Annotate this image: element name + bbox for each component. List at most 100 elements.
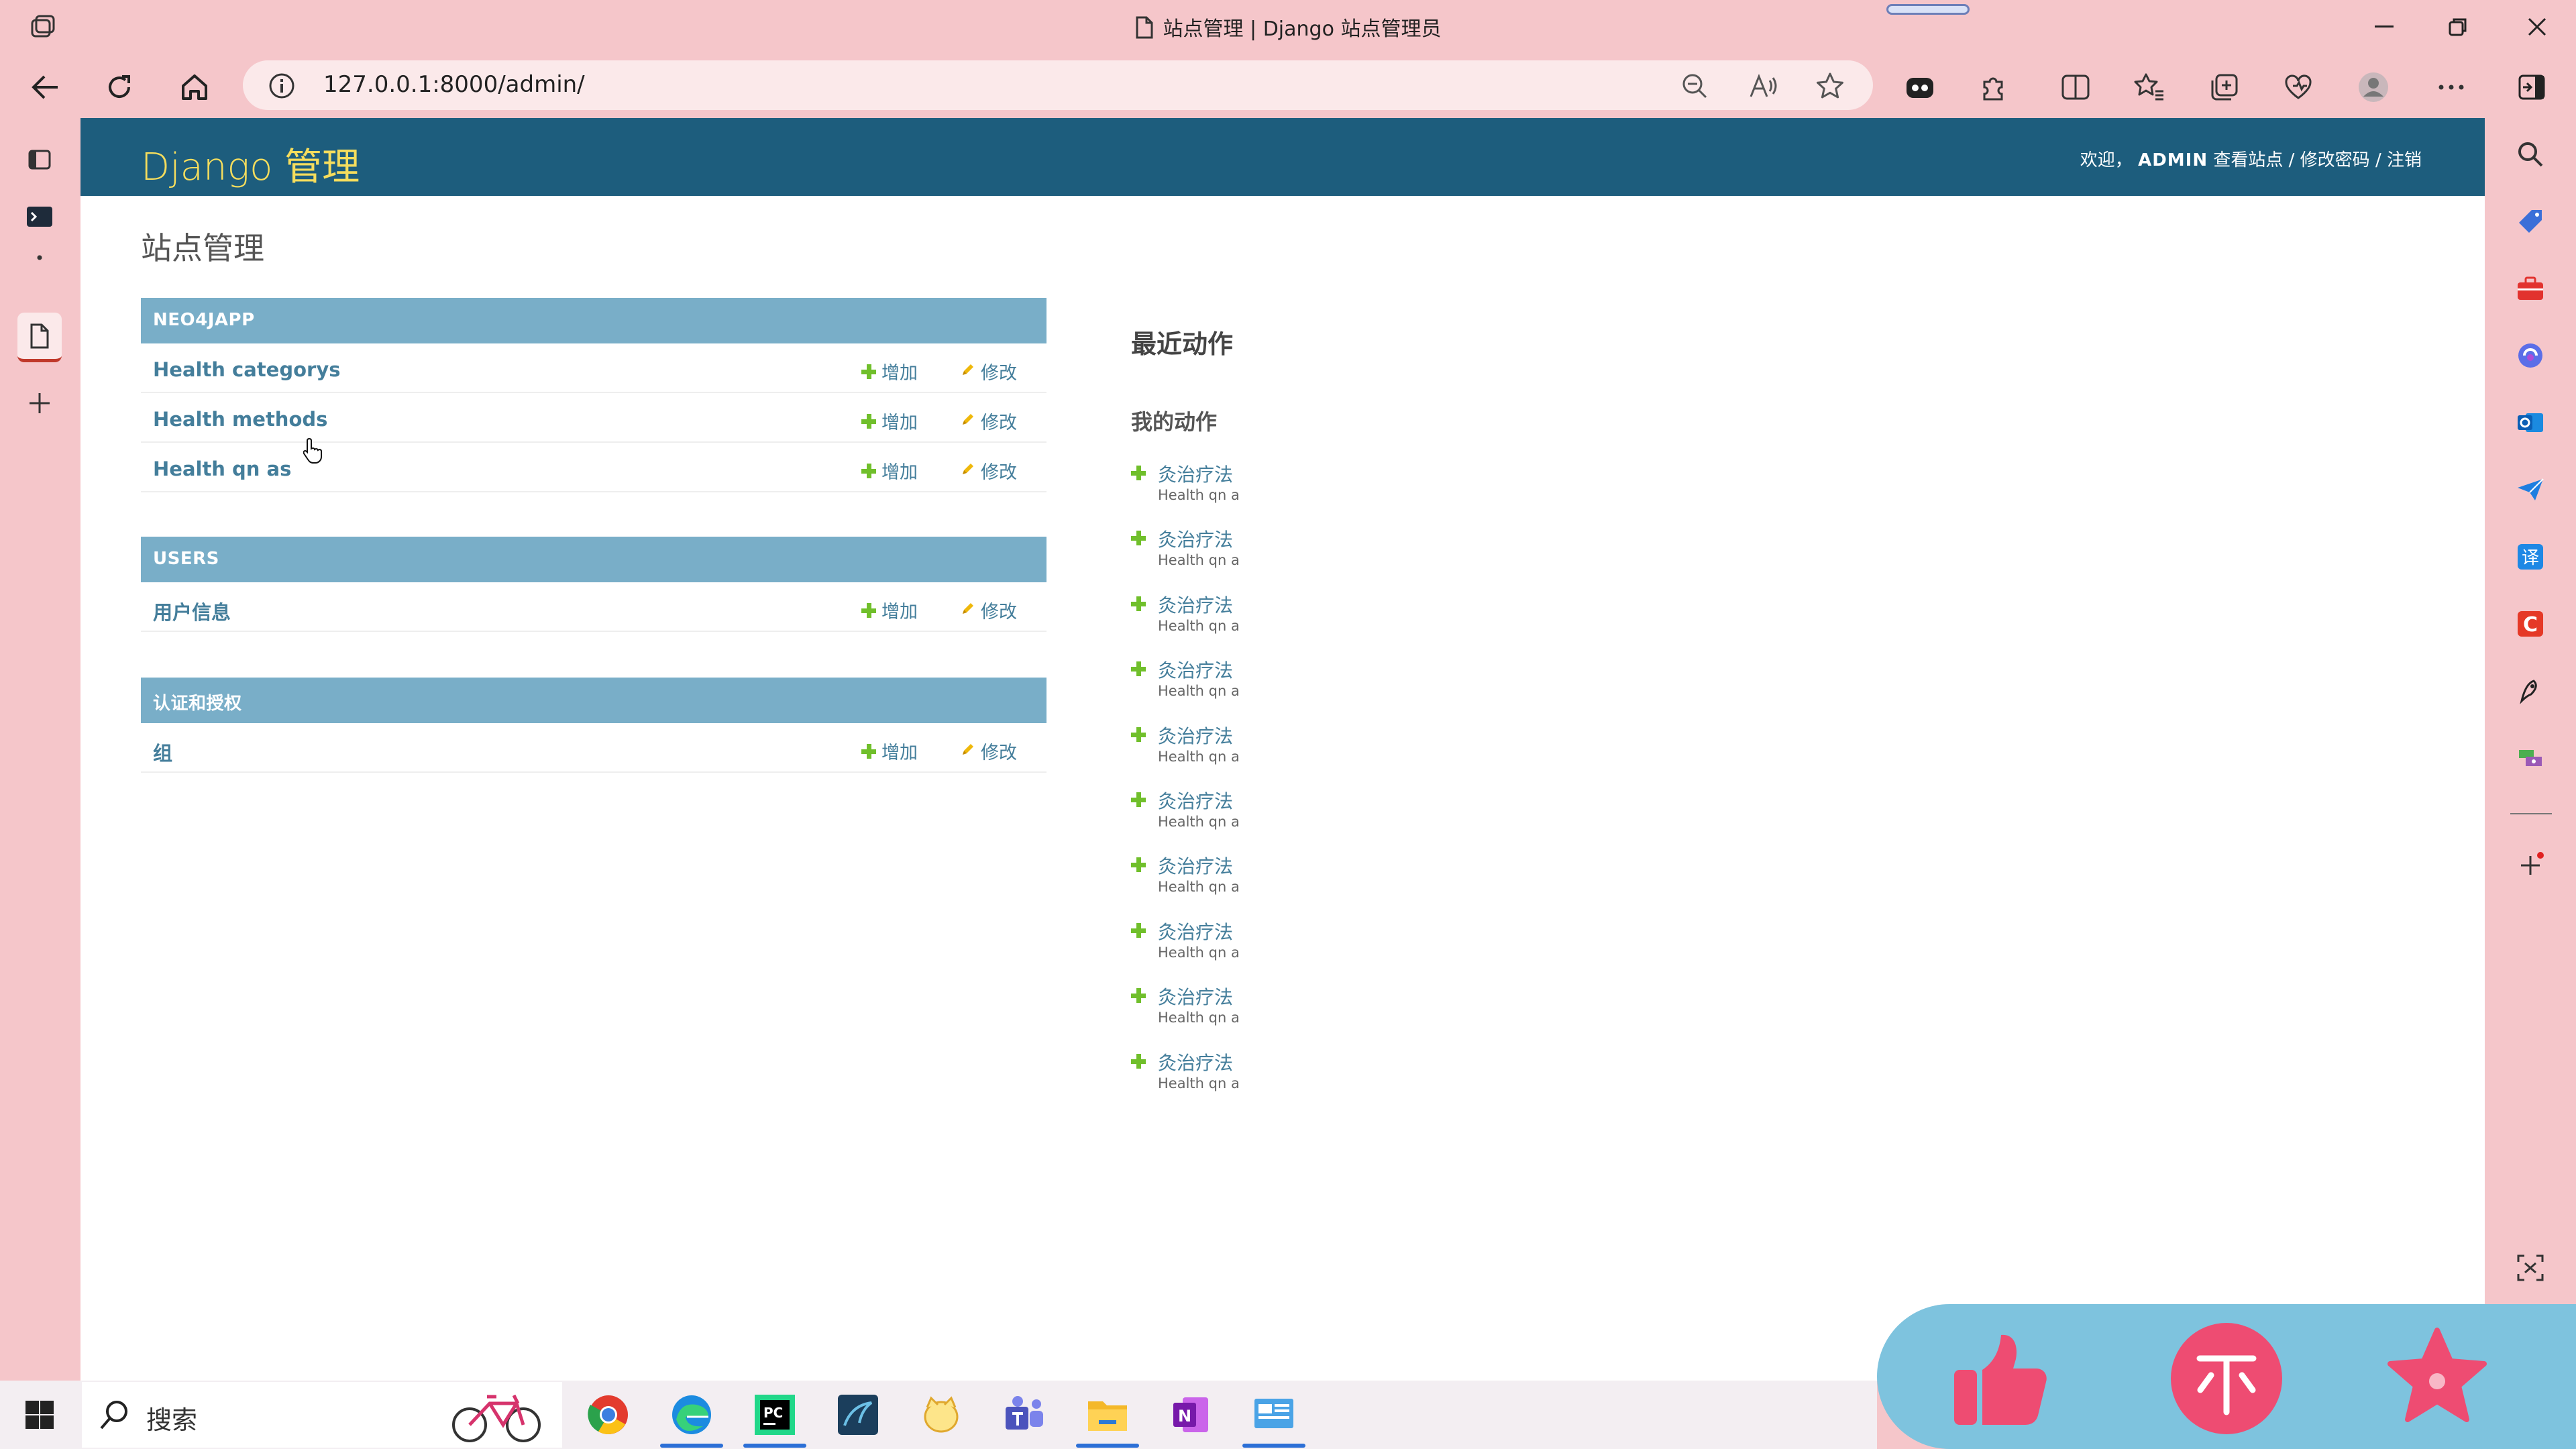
edge-icon[interactable] [660, 1393, 723, 1448]
model-link[interactable]: 组 [153, 738, 172, 766]
add-label[interactable]: 增加 [881, 358, 918, 384]
add-link[interactable]: 增加 [861, 597, 918, 623]
home-button[interactable] [176, 68, 213, 106]
change-link[interactable]: 修改 [961, 597, 1017, 623]
collections-icon[interactable] [2206, 68, 2243, 106]
recent-action-link[interactable]: 灸治疗法 [1158, 525, 1233, 552]
split-screen-icon[interactable] [2057, 68, 2094, 106]
recent-action-type: Health qn a [1158, 1010, 1240, 1026]
close-window-button[interactable] [2517, 9, 2557, 44]
read-aloud-icon[interactable] [1748, 71, 1778, 101]
back-button[interactable] [27, 68, 64, 106]
module-caption[interactable]: USERS [141, 537, 1046, 582]
recent-action-link[interactable]: 灸治疗法 [1158, 656, 1233, 683]
pen-tool-icon[interactable] [2510, 671, 2551, 711]
add-link[interactable]: 增加 [861, 408, 918, 434]
module-caption[interactable]: 认证和授权 [141, 678, 1046, 723]
chrome-icon[interactable] [585, 1393, 632, 1437]
url-text[interactable]: 127.0.0.1:8000/admin/ [323, 71, 585, 98]
recent-action-link[interactable]: 灸治疗法 [1158, 722, 1233, 749]
add-label[interactable]: 增加 [881, 738, 918, 764]
recent-action-link[interactable]: 灸治疗法 [1158, 460, 1233, 487]
extensions-icon[interactable] [1975, 68, 2012, 106]
tools-briefcase-icon[interactable] [2510, 268, 2551, 309]
browser-essentials-icon[interactable] [2279, 68, 2317, 106]
add-link[interactable]: 增加 [861, 458, 918, 484]
new-tab-plus-icon[interactable] [17, 381, 62, 425]
file-explorer-icon[interactable] [1076, 1393, 1139, 1448]
games-icon[interactable] [2510, 738, 2551, 778]
recent-action-link[interactable]: 灸治疗法 [1158, 918, 1233, 945]
recent-action-link[interactable]: 灸治疗法 [1158, 1049, 1233, 1075]
recent-action-link[interactable]: 灸治疗法 [1158, 852, 1233, 879]
change-link[interactable]: 修改 [961, 458, 1017, 484]
tab-separator-dot [17, 246, 62, 270]
add-label[interactable]: 增加 [881, 458, 918, 484]
view-site-link[interactable]: 查看站点 [2213, 150, 2283, 170]
change-label[interactable]: 修改 [981, 597, 1017, 623]
mysql-workbench-icon[interactable] [835, 1393, 881, 1437]
change-password-link[interactable]: 修改密码 [2300, 150, 2370, 170]
csdn-icon[interactable]: C [2510, 604, 2551, 644]
add-link[interactable]: 增加 [861, 738, 918, 764]
change-label[interactable]: 修改 [981, 408, 1017, 434]
copilot-sidebar-icon[interactable] [2510, 335, 2551, 376]
taskbar-search[interactable]: 搜索 [82, 1382, 562, 1448]
search-placeholder[interactable]: 搜索 [146, 1399, 197, 1436]
onenote-icon[interactable]: N [1167, 1393, 1214, 1437]
address-bar[interactable]: 127.0.0.1:8000/admin/ [243, 60, 1873, 110]
outlook-icon[interactable] [2510, 402, 2551, 443]
tab-actions-icon[interactable] [17, 137, 62, 181]
coin-icon[interactable] [2169, 1322, 2284, 1436]
sidebar-search-icon[interactable] [2510, 134, 2551, 174]
recent-action-link[interactable]: 灸治疗法 [1158, 983, 1233, 1010]
change-link[interactable]: 修改 [961, 358, 1017, 384]
recent-action-link[interactable]: 灸治疗法 [1158, 787, 1233, 814]
active-tab-document-icon[interactable] [17, 313, 62, 362]
module-caption[interactable]: NEO4JAPP [141, 298, 1046, 343]
more-options-icon[interactable] [2432, 68, 2470, 106]
model-link[interactable]: Health categorys [153, 358, 341, 381]
windows-start-icon[interactable] [24, 1399, 55, 1433]
change-label[interactable]: 修改 [981, 358, 1017, 384]
translate-icon[interactable]: 译 [2510, 537, 2551, 577]
change-link[interactable]: 修改 [961, 408, 1017, 434]
logout-link[interactable]: 注销 [2387, 150, 2422, 170]
add-link[interactable]: 增加 [861, 358, 918, 384]
recent-action-type: Health qn a [1158, 813, 1240, 830]
pycharm-icon[interactable]: PC [743, 1393, 806, 1448]
restore-button[interactable] [2438, 9, 2478, 44]
model-link[interactable]: Health methods [153, 408, 327, 431]
model-link[interactable]: 用户信息 [153, 597, 231, 625]
add-label[interactable]: 增加 [881, 597, 918, 623]
screenshot-capture-icon[interactable] [2510, 1248, 2551, 1288]
recent-action-link[interactable]: 灸治疗法 [1158, 591, 1233, 618]
tab-drag-handle[interactable] [1886, 4, 1970, 15]
send-plane-icon[interactable] [2510, 470, 2551, 510]
zoom-out-icon[interactable] [1680, 71, 1709, 101]
navicat-icon[interactable] [918, 1393, 965, 1437]
copilot-extension-icon[interactable] [1901, 68, 1939, 106]
shopping-tag-icon[interactable] [2510, 201, 2551, 241]
site-info-icon[interactable] [268, 72, 295, 102]
terminal-tab-icon[interactable] [17, 195, 62, 239]
sidebar-toggle-icon[interactable] [2513, 68, 2551, 106]
minimize-button[interactable] [2364, 9, 2404, 44]
control-panel-icon[interactable] [1242, 1393, 1305, 1448]
add-sidebar-app-icon[interactable] [2510, 845, 2551, 885]
favorite-star-icon[interactable] [1815, 71, 1845, 101]
refresh-button[interactable] [101, 68, 138, 106]
change-label[interactable]: 修改 [981, 458, 1017, 484]
teams-icon[interactable] [1001, 1393, 1048, 1437]
star-icon[interactable] [2380, 1322, 2494, 1436]
add-label[interactable]: 增加 [881, 408, 918, 434]
model-link[interactable]: Health qn as [153, 458, 291, 480]
favorites-icon[interactable] [2131, 68, 2168, 106]
site-brand[interactable]: Django 管理 [141, 137, 360, 191]
user-tools: 欢迎， ADMIN 查看站点 / 修改密码 / 注销 [2080, 146, 2422, 171]
add-icon [861, 463, 876, 478]
change-label[interactable]: 修改 [981, 738, 1017, 764]
profile-avatar-icon[interactable] [2355, 68, 2392, 106]
thumbs-up-icon[interactable] [1947, 1322, 2061, 1436]
change-link[interactable]: 修改 [961, 738, 1017, 764]
